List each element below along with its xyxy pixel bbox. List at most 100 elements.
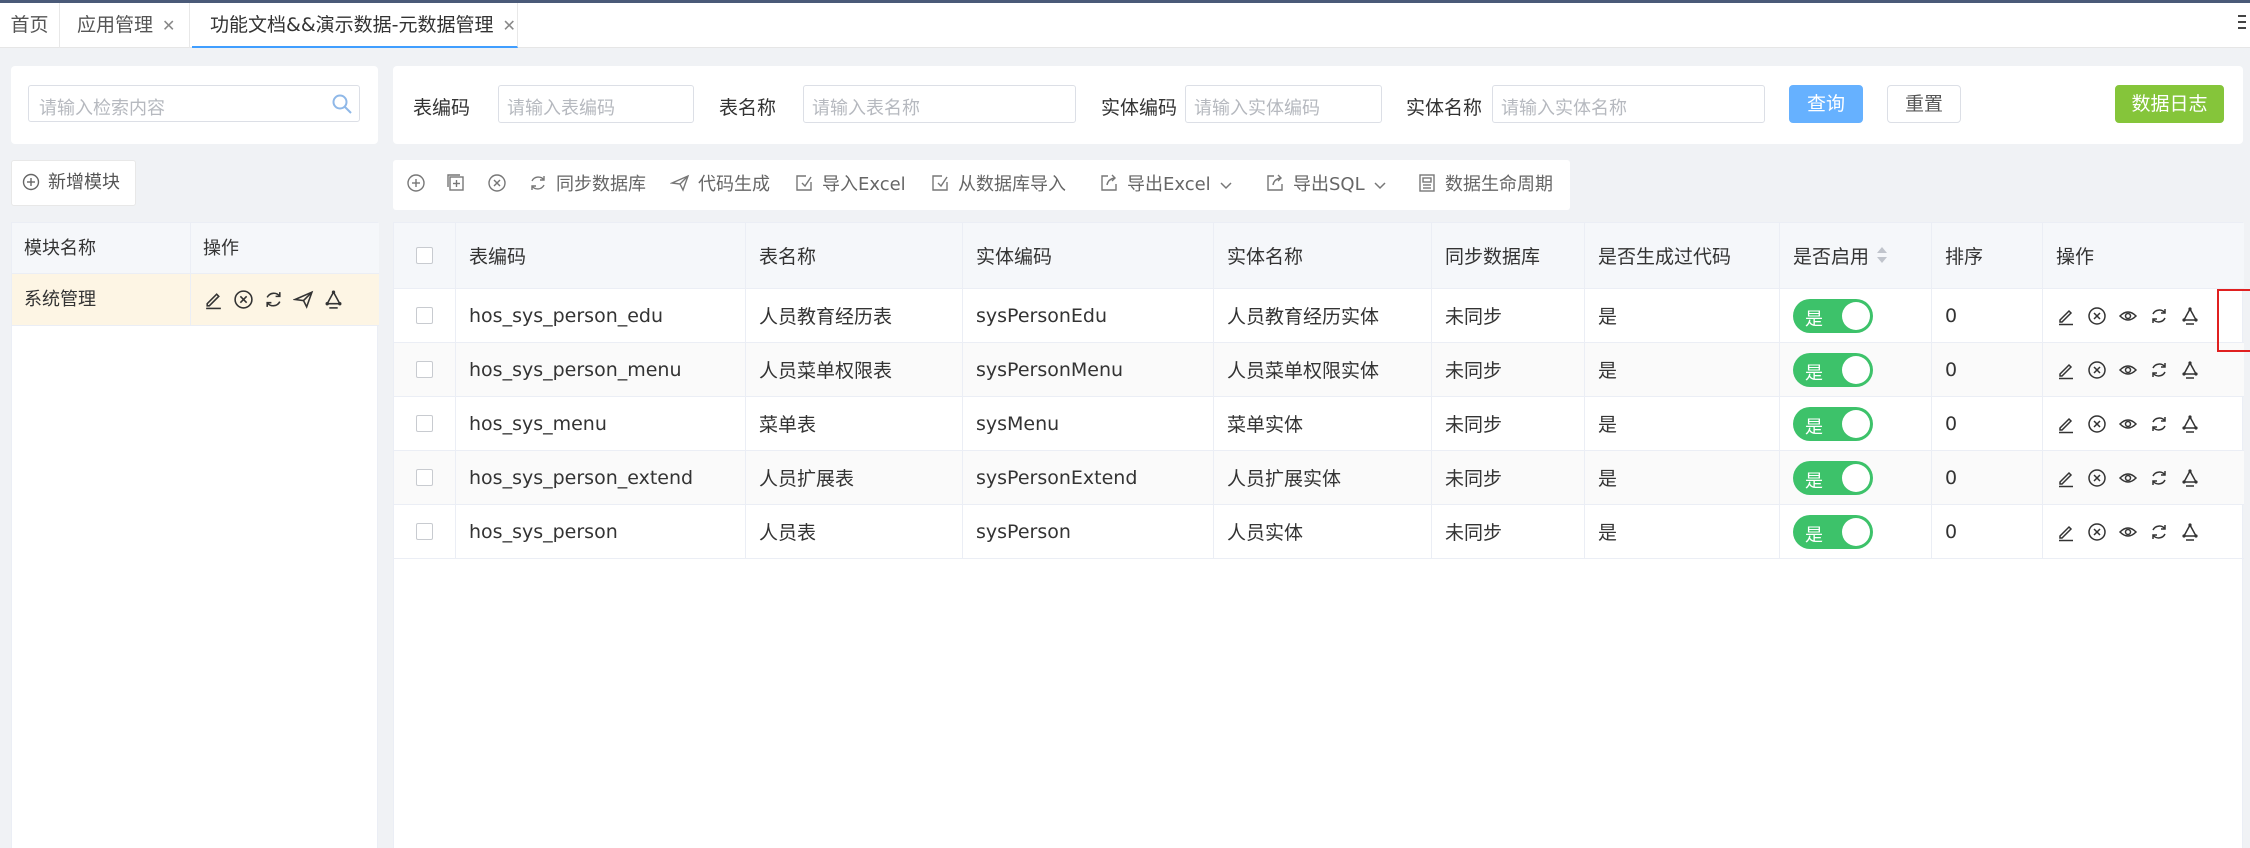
tab-metadata-management[interactable]: 功能文档&&演示数据-元数据管理 ✕: [192, 3, 518, 48]
refresh-icon[interactable]: [2149, 468, 2169, 488]
edit-icon[interactable]: [203, 289, 224, 310]
refresh-icon[interactable]: [263, 289, 284, 310]
entity-name-input[interactable]: 请输入实体名称: [1492, 85, 1765, 123]
search-icon[interactable]: [331, 93, 353, 115]
send-icon: [669, 174, 690, 192]
table-name-label: 表名称: [719, 97, 777, 119]
delete-icon[interactable]: [2087, 468, 2107, 488]
edit-icon[interactable]: [2056, 306, 2076, 326]
edit-icon[interactable]: [2056, 522, 2076, 542]
recycle-icon[interactable]: [2180, 468, 2200, 488]
select-all-checkbox[interactable]: [416, 247, 433, 264]
reset-button[interactable]: 重置: [1887, 85, 1961, 123]
row-checkbox[interactable]: [416, 523, 433, 540]
toggle-label: 是: [1805, 308, 1823, 330]
header-select-all: [394, 223, 455, 288]
data-lifecycle-button[interactable]: 数据生命周期: [1417, 160, 1553, 210]
delete-icon[interactable]: [2087, 414, 2107, 434]
enabled-toggle[interactable]: 是: [1793, 460, 1873, 495]
enabled-toggle[interactable]: 是: [1793, 514, 1873, 549]
import-excel-button[interactable]: 导入Excel: [794, 160, 906, 210]
highlight-box: [2217, 289, 2250, 352]
toggle-label: 是: [1805, 416, 1823, 438]
refresh-icon[interactable]: [2149, 414, 2169, 434]
header-ops: 操作: [2042, 223, 2244, 288]
header-sort: 排序: [1931, 223, 2042, 288]
data-log-button[interactable]: 数据日志: [2115, 85, 2224, 123]
batch-delete-button[interactable]: [487, 160, 515, 210]
more-menu-icon[interactable]: [2238, 15, 2246, 31]
module-search-input[interactable]: 请输入检索内容: [28, 85, 360, 122]
delete-icon[interactable]: [233, 289, 254, 310]
table-header: 表编码 表名称 实体编码 实体名称 同步数据库 是否生成过代码 是否启用 排序 …: [394, 223, 2244, 289]
delete-icon[interactable]: [2087, 522, 2107, 542]
module-table: 模块名称 操作 系统管理: [11, 222, 379, 848]
table-row[interactable]: hos_sys_person_menu 人员菜单权限表 sysPersonMen…: [394, 343, 2244, 397]
module-row[interactable]: 系统管理: [12, 274, 379, 326]
recycle-icon[interactable]: [323, 289, 344, 310]
edit-icon[interactable]: [2056, 360, 2076, 380]
sort-icon[interactable]: [1877, 246, 1888, 263]
add-module-button[interactable]: 新增模块: [11, 160, 136, 206]
recycle-icon[interactable]: [2180, 360, 2200, 380]
cell-sort: 0: [1931, 289, 2042, 342]
row-checkbox[interactable]: [416, 469, 433, 486]
table-row[interactable]: hos_sys_person_edu 人员教育经历表 sysPersonEdu …: [394, 289, 2244, 343]
sync-db-button[interactable]: 同步数据库: [528, 160, 646, 210]
export-sql-label: 导出SQL: [1293, 174, 1365, 195]
close-icon[interactable]: ✕: [162, 16, 175, 35]
refresh-icon[interactable]: [2149, 360, 2169, 380]
recycle-icon[interactable]: [2180, 306, 2200, 326]
edit-icon[interactable]: [2056, 468, 2076, 488]
cell-table-code: hos_sys_person_extend: [455, 451, 745, 504]
tab-app-management[interactable]: 应用管理 ✕: [60, 3, 190, 48]
row-checkbox[interactable]: [416, 415, 433, 432]
close-icon[interactable]: ✕: [503, 16, 516, 35]
enabled-toggle[interactable]: 是: [1793, 406, 1873, 441]
cell-entity-code: sysPersonMenu: [962, 343, 1213, 396]
import-from-db-button[interactable]: 从数据库导入: [930, 160, 1066, 210]
export-sql-dropdown[interactable]: 导出SQL: [1265, 160, 1387, 210]
cell-entity-name: 人员扩展实体: [1213, 451, 1431, 504]
cell-code-generated: 是: [1584, 505, 1779, 558]
query-button[interactable]: 查询: [1789, 85, 1863, 123]
tab-home[interactable]: 首页: [0, 3, 60, 48]
edit-icon[interactable]: [2056, 414, 2076, 434]
recycle-icon[interactable]: [2180, 414, 2200, 434]
export-excel-dropdown[interactable]: 导出Excel: [1099, 160, 1233, 210]
delete-icon[interactable]: [2087, 306, 2107, 326]
recycle-icon[interactable]: [2180, 522, 2200, 542]
entity-code-input[interactable]: 请输入实体编码: [1185, 85, 1382, 123]
cell-code-generated: 是: [1584, 289, 1779, 342]
export-icon: [1101, 174, 1117, 191]
table-name-input[interactable]: 请输入表名称: [803, 85, 1076, 123]
lifecycle-icon: [1419, 174, 1435, 192]
view-icon[interactable]: [2118, 522, 2138, 542]
table-row[interactable]: hos_sys_person_extend 人员扩展表 sysPersonExt…: [394, 451, 2244, 505]
copy-add-button[interactable]: [446, 160, 474, 210]
enabled-toggle[interactable]: 是: [1793, 352, 1873, 387]
row-checkbox[interactable]: [416, 307, 433, 324]
plus-circle-icon: [22, 173, 40, 191]
header-code-generated: 是否生成过代码: [1584, 223, 1779, 288]
copy-plus-icon: [447, 174, 464, 191]
code-gen-button[interactable]: 代码生成: [669, 160, 770, 210]
cell-entity-code: sysPersonExtend: [962, 451, 1213, 504]
row-checkbox[interactable]: [416, 361, 433, 378]
view-icon[interactable]: [2118, 414, 2138, 434]
entity-name-label: 实体名称: [1406, 97, 1483, 119]
table-code-input[interactable]: 请输入表编码: [498, 85, 694, 123]
add-button[interactable]: [406, 160, 434, 210]
enabled-toggle[interactable]: 是: [1793, 298, 1873, 333]
refresh-icon[interactable]: [2149, 306, 2169, 326]
refresh-icon[interactable]: [2149, 522, 2169, 542]
header-enabled[interactable]: 是否启用: [1779, 223, 1931, 288]
send-icon[interactable]: [293, 289, 314, 310]
tab-bar: 首页 应用管理 ✕ 功能文档&&演示数据-元数据管理 ✕: [0, 3, 2250, 48]
view-icon[interactable]: [2118, 306, 2138, 326]
delete-icon[interactable]: [2087, 360, 2107, 380]
view-icon[interactable]: [2118, 360, 2138, 380]
table-row[interactable]: hos_sys_menu 菜单表 sysMenu 菜单实体 未同步 是 是 0: [394, 397, 2244, 451]
view-icon[interactable]: [2118, 468, 2138, 488]
table-row[interactable]: hos_sys_person 人员表 sysPerson 人员实体 未同步 是 …: [394, 505, 2244, 559]
